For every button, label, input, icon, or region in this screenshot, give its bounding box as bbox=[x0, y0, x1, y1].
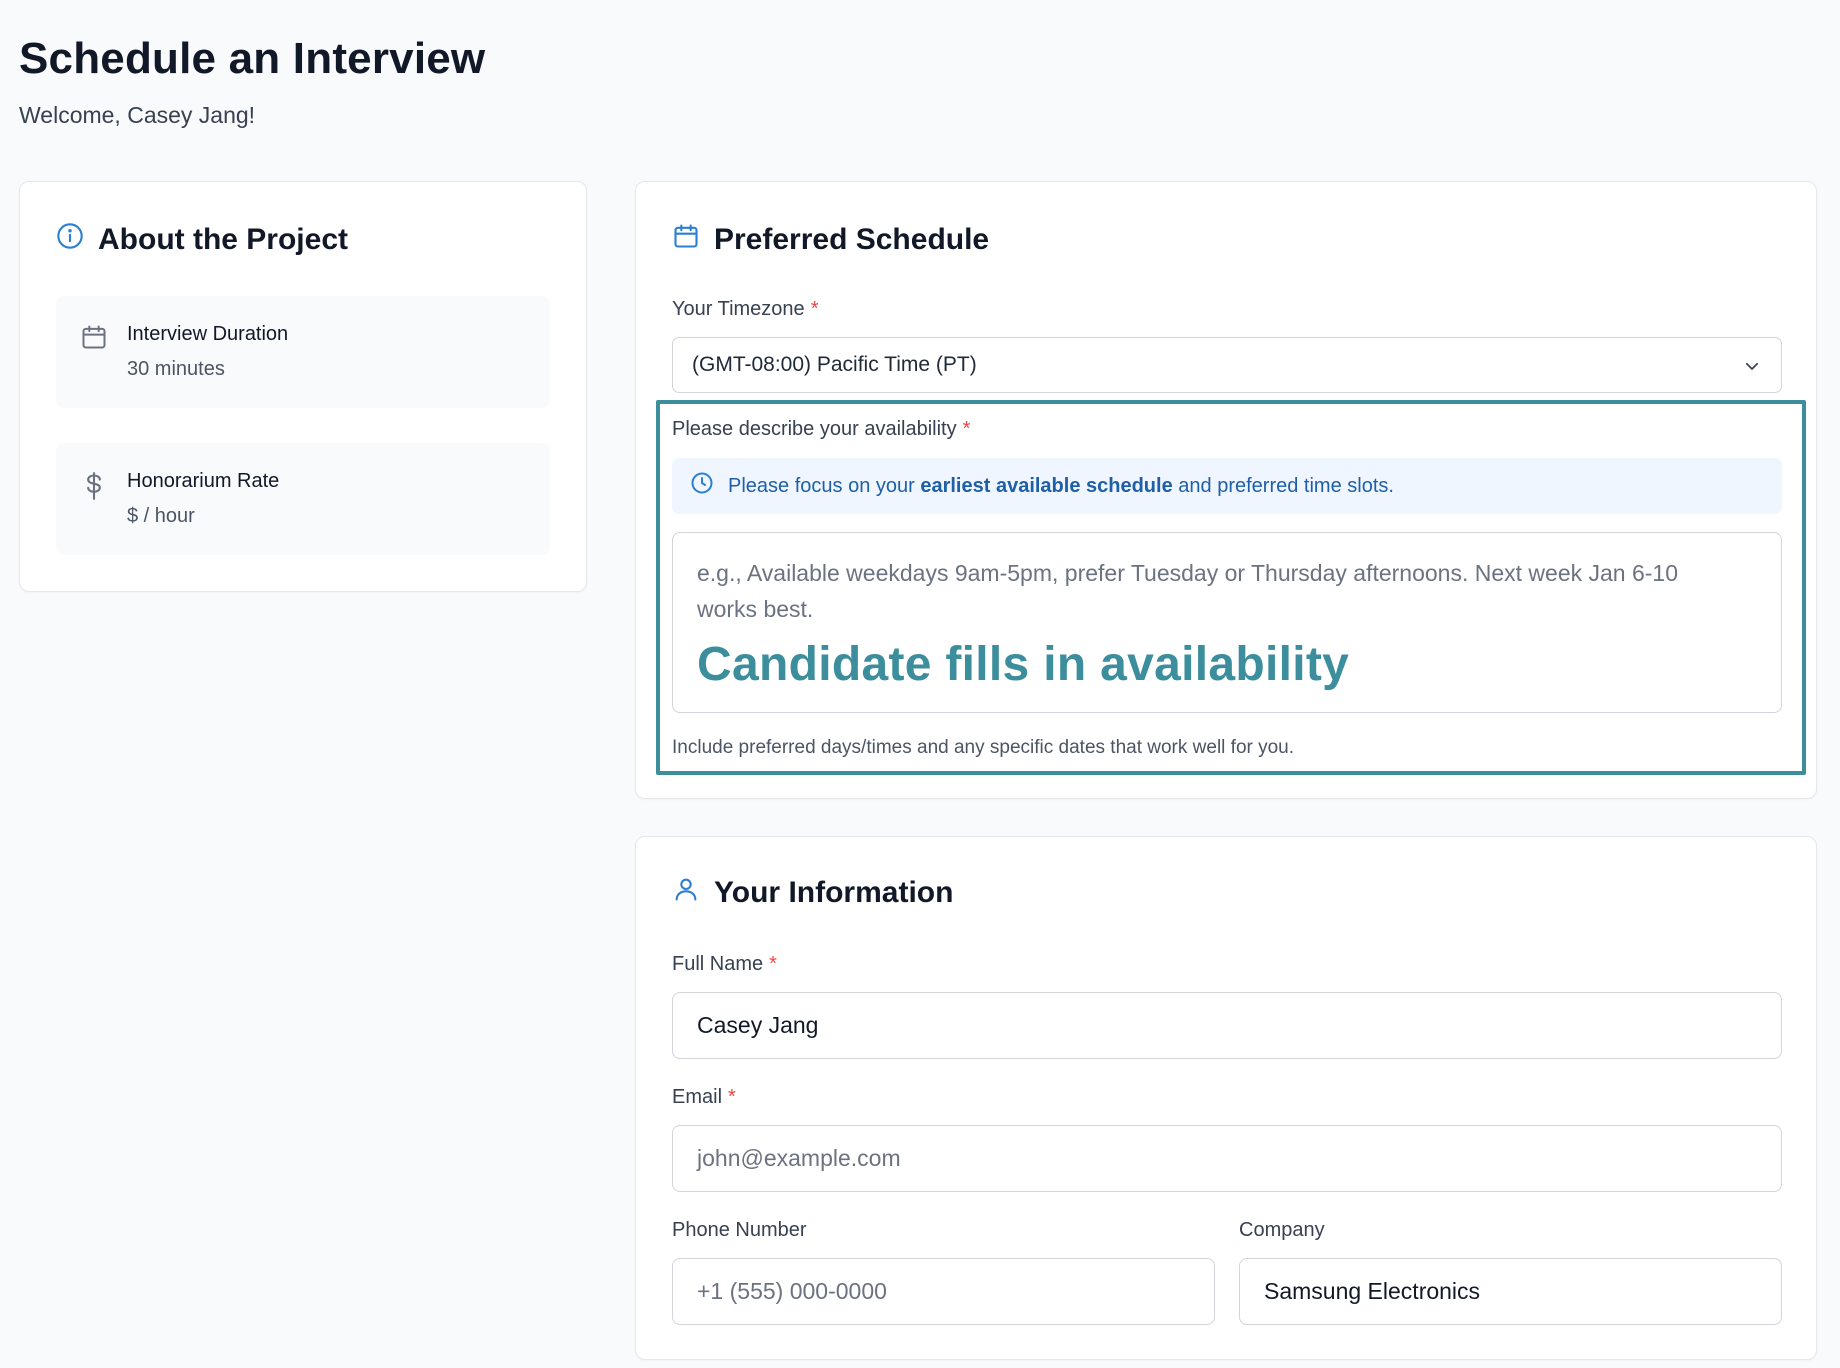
required-mark: * bbox=[769, 953, 777, 975]
notice-prefix: Please focus on your bbox=[728, 474, 915, 497]
notice-text: Please focus on your earliest available … bbox=[728, 475, 1394, 498]
availability-placeholder: e.g., Available weekdays 9am-5pm, prefer… bbox=[697, 560, 1679, 622]
user-icon bbox=[672, 875, 700, 911]
your-information-title: Your Information bbox=[714, 876, 954, 909]
timezone-select-value: (GMT-08:00) Pacific Time (PT) bbox=[692, 353, 977, 376]
notice-bold: earliest available schedule bbox=[920, 474, 1173, 497]
email-label: Email * bbox=[672, 1086, 736, 1109]
required-mark: * bbox=[962, 418, 971, 440]
page-title: Schedule an Interview bbox=[19, 34, 486, 83]
welcome-text: Welcome, Casey Jang! bbox=[19, 102, 256, 128]
email-input[interactable]: john@example.com bbox=[672, 1125, 1782, 1192]
interview-duration-box: Interview Duration 30 minutes bbox=[56, 296, 550, 408]
required-mark: * bbox=[810, 298, 819, 320]
required-mark: * bbox=[728, 1086, 736, 1108]
about-project-heading: About the Project bbox=[56, 222, 348, 258]
honorarium-rate-value: $ / hour bbox=[127, 505, 195, 527]
availability-annotation: Candidate fills in availability bbox=[697, 638, 1350, 691]
full-name-label-text: Full Name bbox=[672, 953, 764, 975]
clock-icon bbox=[690, 471, 714, 501]
availability-textarea[interactable]: e.g., Available weekdays 9am-5pm, prefer… bbox=[672, 532, 1782, 713]
about-project-title: About the Project bbox=[98, 223, 349, 256]
email-label-text: Email bbox=[672, 1086, 723, 1108]
calendar-icon bbox=[80, 323, 108, 356]
chevron-down-icon bbox=[1743, 357, 1761, 381]
honorarium-rate-label: Honorarium Rate bbox=[127, 470, 280, 492]
honorarium-rate-box: Honorarium Rate $ / hour bbox=[56, 443, 550, 555]
timezone-select[interactable]: (GMT-08:00) Pacific Time (PT) bbox=[672, 337, 1782, 393]
availability-notice: Please focus on your earliest available … bbox=[672, 458, 1782, 514]
availability-help-text: Include preferred days/times and any spe… bbox=[672, 737, 1295, 758]
interview-duration-label: Interview Duration bbox=[127, 323, 289, 345]
your-information-heading: Your Information bbox=[672, 875, 953, 911]
phone-label: Phone Number bbox=[672, 1219, 807, 1241]
company-label: Company bbox=[1239, 1219, 1325, 1241]
preferred-schedule-card: Preferred Schedule Your Timezone * (GMT-0… bbox=[635, 181, 1817, 799]
company-input[interactable]: Samsung Electronics bbox=[1239, 1258, 1782, 1325]
your-information-card: Your Information Full Name * Casey Jang E… bbox=[635, 836, 1817, 1360]
info-icon bbox=[56, 222, 84, 258]
timezone-label: Your Timezone * bbox=[672, 298, 818, 321]
interview-duration-value: 30 minutes bbox=[127, 358, 225, 380]
timezone-label-text: Your Timezone bbox=[672, 298, 805, 320]
preferred-schedule-title: Preferred Schedule bbox=[714, 223, 990, 256]
dollar-icon bbox=[80, 470, 108, 507]
calendar-icon bbox=[672, 222, 700, 258]
availability-label: Please describe your availability * bbox=[672, 418, 970, 441]
availability-label-text: Please describe your availability bbox=[672, 418, 957, 440]
full-name-label: Full Name * bbox=[672, 953, 777, 976]
notice-suffix: and preferred time slots. bbox=[1178, 474, 1394, 497]
full-name-input[interactable]: Casey Jang bbox=[672, 992, 1782, 1059]
phone-input[interactable]: +1 (555) 000-0000 bbox=[672, 1258, 1215, 1325]
preferred-schedule-heading: Preferred Schedule bbox=[672, 222, 989, 258]
about-project-card: About the Project Interview Duration 30 … bbox=[19, 181, 587, 592]
